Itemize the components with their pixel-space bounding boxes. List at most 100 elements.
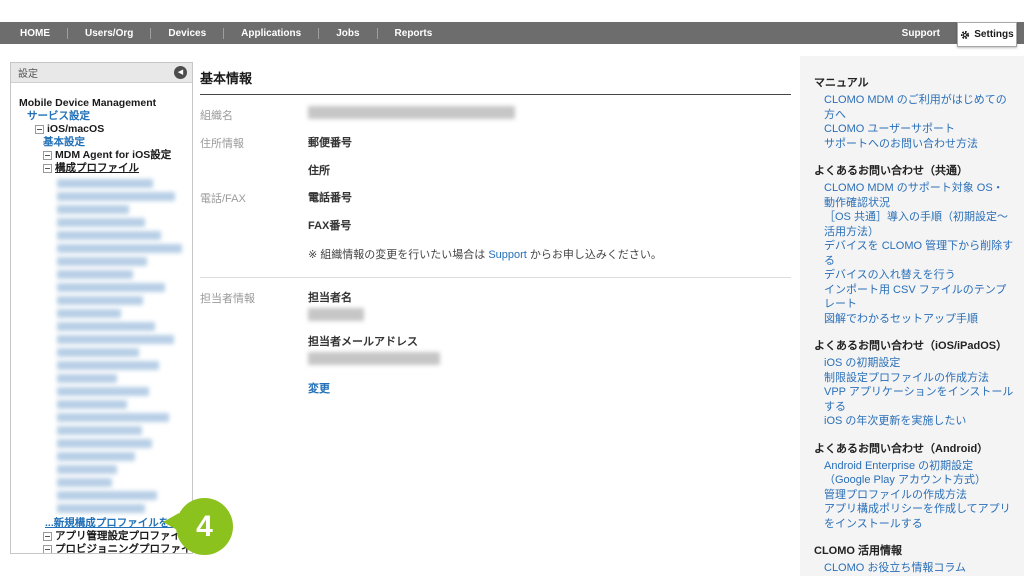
redacted-profile-item[interactable] <box>57 205 129 214</box>
help-link[interactable]: iOS の年次更新を実施したい <box>824 414 1014 429</box>
help-section-faq-common: よくあるお問い合わせ（共通） CLOMO MDM のサポート対象 OS・動作確認… <box>814 164 1014 326</box>
note-prefix: ※ 組織情報の変更を行いたい場合は <box>308 249 488 261</box>
tree-item-provisioning-profile[interactable]: プロビジョニングプロファイル <box>55 543 193 554</box>
tree-item-basic-settings[interactable]: 基本設定 <box>43 136 85 149</box>
phone-fax-label: 電話/FAX <box>200 189 308 262</box>
redacted-profile-list <box>57 179 188 513</box>
addr-label: 住所 <box>308 162 352 178</box>
support-link[interactable]: Support <box>902 28 940 39</box>
redacted-profile-item[interactable] <box>57 452 135 461</box>
help-link[interactable]: デバイスを CLOMO 管理下から削除する <box>824 239 1014 268</box>
redacted-profile-item[interactable] <box>57 270 133 279</box>
page-title: 基本情報 <box>200 68 791 95</box>
redacted-profile-item[interactable] <box>57 491 157 500</box>
redacted-profile-item[interactable] <box>57 231 161 240</box>
settings-tree: Mobile Device Management サービス設定 iOS/macO… <box>11 83 192 554</box>
org-name-row: 組織名 <box>200 106 791 123</box>
tree-item-service-settings[interactable]: サービス設定 <box>27 110 90 123</box>
redacted-profile-item[interactable] <box>57 374 117 383</box>
help-link[interactable]: CLOMO ユーザーサポート <box>824 122 1014 137</box>
redacted-profile-item[interactable] <box>57 309 121 318</box>
step-4-badge: 4 <box>176 498 233 555</box>
help-link[interactable]: 管理プロファイルの作成方法 <box>824 488 1014 503</box>
contact-label: 担当者情報 <box>200 289 308 396</box>
help-link[interactable]: VPP アプリケーションをインストールする <box>824 385 1014 414</box>
note-suffix: からお申し込みください。 <box>527 249 662 261</box>
basic-info-panel: 基本情報 組織名 住所情報 郵便番号 住所 電話/FAX 電話番号 FAX番号 … <box>200 68 791 396</box>
contact-email-label: 担当者メールアドレス <box>308 333 440 349</box>
nav-item-devices[interactable]: Devices <box>151 28 223 39</box>
nav-item-reports[interactable]: Reports <box>378 28 450 39</box>
help-heading: マニュアル <box>814 76 1014 91</box>
redacted-profile-item[interactable] <box>57 348 139 357</box>
tree-collapse-icon[interactable] <box>43 164 52 173</box>
tree-collapse-icon[interactable] <box>43 532 52 541</box>
help-link[interactable]: CLOMO お役立ち情報コラム <box>824 561 1014 576</box>
redacted-profile-item[interactable] <box>57 218 145 227</box>
redacted-profile-item[interactable] <box>57 478 112 487</box>
tree-item-config-profile[interactable]: 構成プロファイル <box>55 162 139 175</box>
help-link[interactable]: CLOMO MDM のご利用がはじめての方へ <box>824 93 1014 122</box>
org-change-note: ※ 組織情報の変更を行いたい場合は Support からお申し込みください。 <box>308 246 662 262</box>
help-link[interactable]: 図解でわかるセットアップ手順 <box>824 312 1014 327</box>
redacted-profile-item[interactable] <box>57 361 159 370</box>
fax-label: FAX番号 <box>308 217 662 233</box>
contact-email-value-redacted <box>308 352 440 365</box>
redacted-profile-item[interactable] <box>57 244 182 253</box>
help-heading: よくあるお問い合わせ（iOS/iPadOS） <box>814 339 1014 354</box>
redacted-profile-item[interactable] <box>57 413 169 422</box>
nav-item-applications[interactable]: Applications <box>224 28 318 39</box>
help-heading: CLOMO 活用情報 <box>814 544 1014 559</box>
redacted-profile-item[interactable] <box>57 283 165 292</box>
help-link[interactable]: 制限設定プロファイルの作成方法 <box>824 371 1014 386</box>
phone-fax-row: 電話/FAX 電話番号 FAX番号 ※ 組織情報の変更を行いたい場合は Supp… <box>200 189 791 262</box>
help-link[interactable]: iOS の初期設定 <box>824 356 1014 371</box>
help-heading: よくあるお問い合わせ（Android） <box>814 442 1014 457</box>
help-link[interactable]: インポート用 CSV ファイルのテンプレート <box>824 283 1014 312</box>
tree-item-mdm-agent[interactable]: MDM Agent for iOS設定 <box>55 149 171 162</box>
nav-item-home[interactable]: HOME <box>20 28 67 39</box>
support-note-link[interactable]: Support <box>488 249 527 261</box>
contact-row: 担当者情報 担当者名 担当者メールアドレス 変更 <box>200 289 791 396</box>
tree-root-label: Mobile Device Management <box>19 97 188 110</box>
tree-collapse-icon[interactable] <box>43 545 52 554</box>
help-link[interactable]: アプリ構成ポリシーを作成してアプリをインストールする <box>824 502 1014 531</box>
nav-item-users-org[interactable]: Users/Org <box>68 28 150 39</box>
section-divider <box>200 277 791 278</box>
redacted-profile-item[interactable] <box>57 179 153 188</box>
redacted-profile-item[interactable] <box>57 439 152 448</box>
help-panel: マニュアル CLOMO MDM のご利用がはじめての方へ CLOMO ユーザーサ… <box>800 56 1024 576</box>
help-link[interactable]: ［OS 共通］導入の手順（初期設定～活用方法） <box>824 210 1014 239</box>
help-link[interactable]: デバイスの入れ替えを行う <box>824 268 1014 283</box>
redacted-profile-item[interactable] <box>57 296 143 305</box>
redacted-profile-item[interactable] <box>57 400 127 409</box>
top-navigation-bar: HOME Users/Org Devices Applications Jobs… <box>0 22 1024 44</box>
redacted-profile-item[interactable] <box>57 257 147 266</box>
help-link[interactable]: Android Enterprise の初期設定（Google Play アカウ… <box>824 459 1014 488</box>
tree-item-ios-macos[interactable]: iOS/macOS <box>47 123 104 136</box>
help-section-clomo-info: CLOMO 活用情報 CLOMO お役立ち情報コラム CLOMO オンラインセミ… <box>814 544 1014 576</box>
help-section-manual: マニュアル CLOMO MDM のご利用がはじめての方へ CLOMO ユーザーサ… <box>814 76 1014 151</box>
tree-collapse-icon[interactable] <box>35 125 44 134</box>
sidebar-collapse-icon[interactable]: ◀ <box>174 66 187 79</box>
redacted-profile-item[interactable] <box>57 192 175 201</box>
help-link[interactable]: CLOMO MDM のサポート対象 OS・動作確認状況 <box>824 181 1014 210</box>
redacted-profile-item[interactable] <box>57 426 142 435</box>
redacted-profile-item[interactable] <box>57 335 174 344</box>
org-name-value-redacted <box>308 106 515 119</box>
redacted-profile-item[interactable] <box>57 387 149 396</box>
change-link[interactable]: 変更 <box>308 380 330 396</box>
sidebar-title: 設定 <box>18 65 38 80</box>
settings-tab-label: Settings <box>974 29 1013 40</box>
help-section-faq-android: よくあるお問い合わせ（Android） Android Enterprise の… <box>814 442 1014 532</box>
redacted-profile-item[interactable] <box>57 465 117 474</box>
address-row: 住所情報 郵便番号 住所 <box>200 134 791 178</box>
tree-item-app-mgmt-profile[interactable]: アプリ管理設定プロファイル <box>55 530 192 543</box>
redacted-profile-item[interactable] <box>57 322 155 331</box>
nav-item-jobs[interactable]: Jobs <box>319 28 376 39</box>
help-link[interactable]: サポートへのお問い合わせ方法 <box>824 137 1014 152</box>
settings-tab[interactable]: Settings <box>957 22 1017 47</box>
redacted-profile-item[interactable] <box>57 504 145 513</box>
help-section-faq-ios: よくあるお問い合わせ（iOS/iPadOS） iOS の初期設定 制限設定プロフ… <box>814 339 1014 429</box>
tree-collapse-icon[interactable] <box>43 151 52 160</box>
